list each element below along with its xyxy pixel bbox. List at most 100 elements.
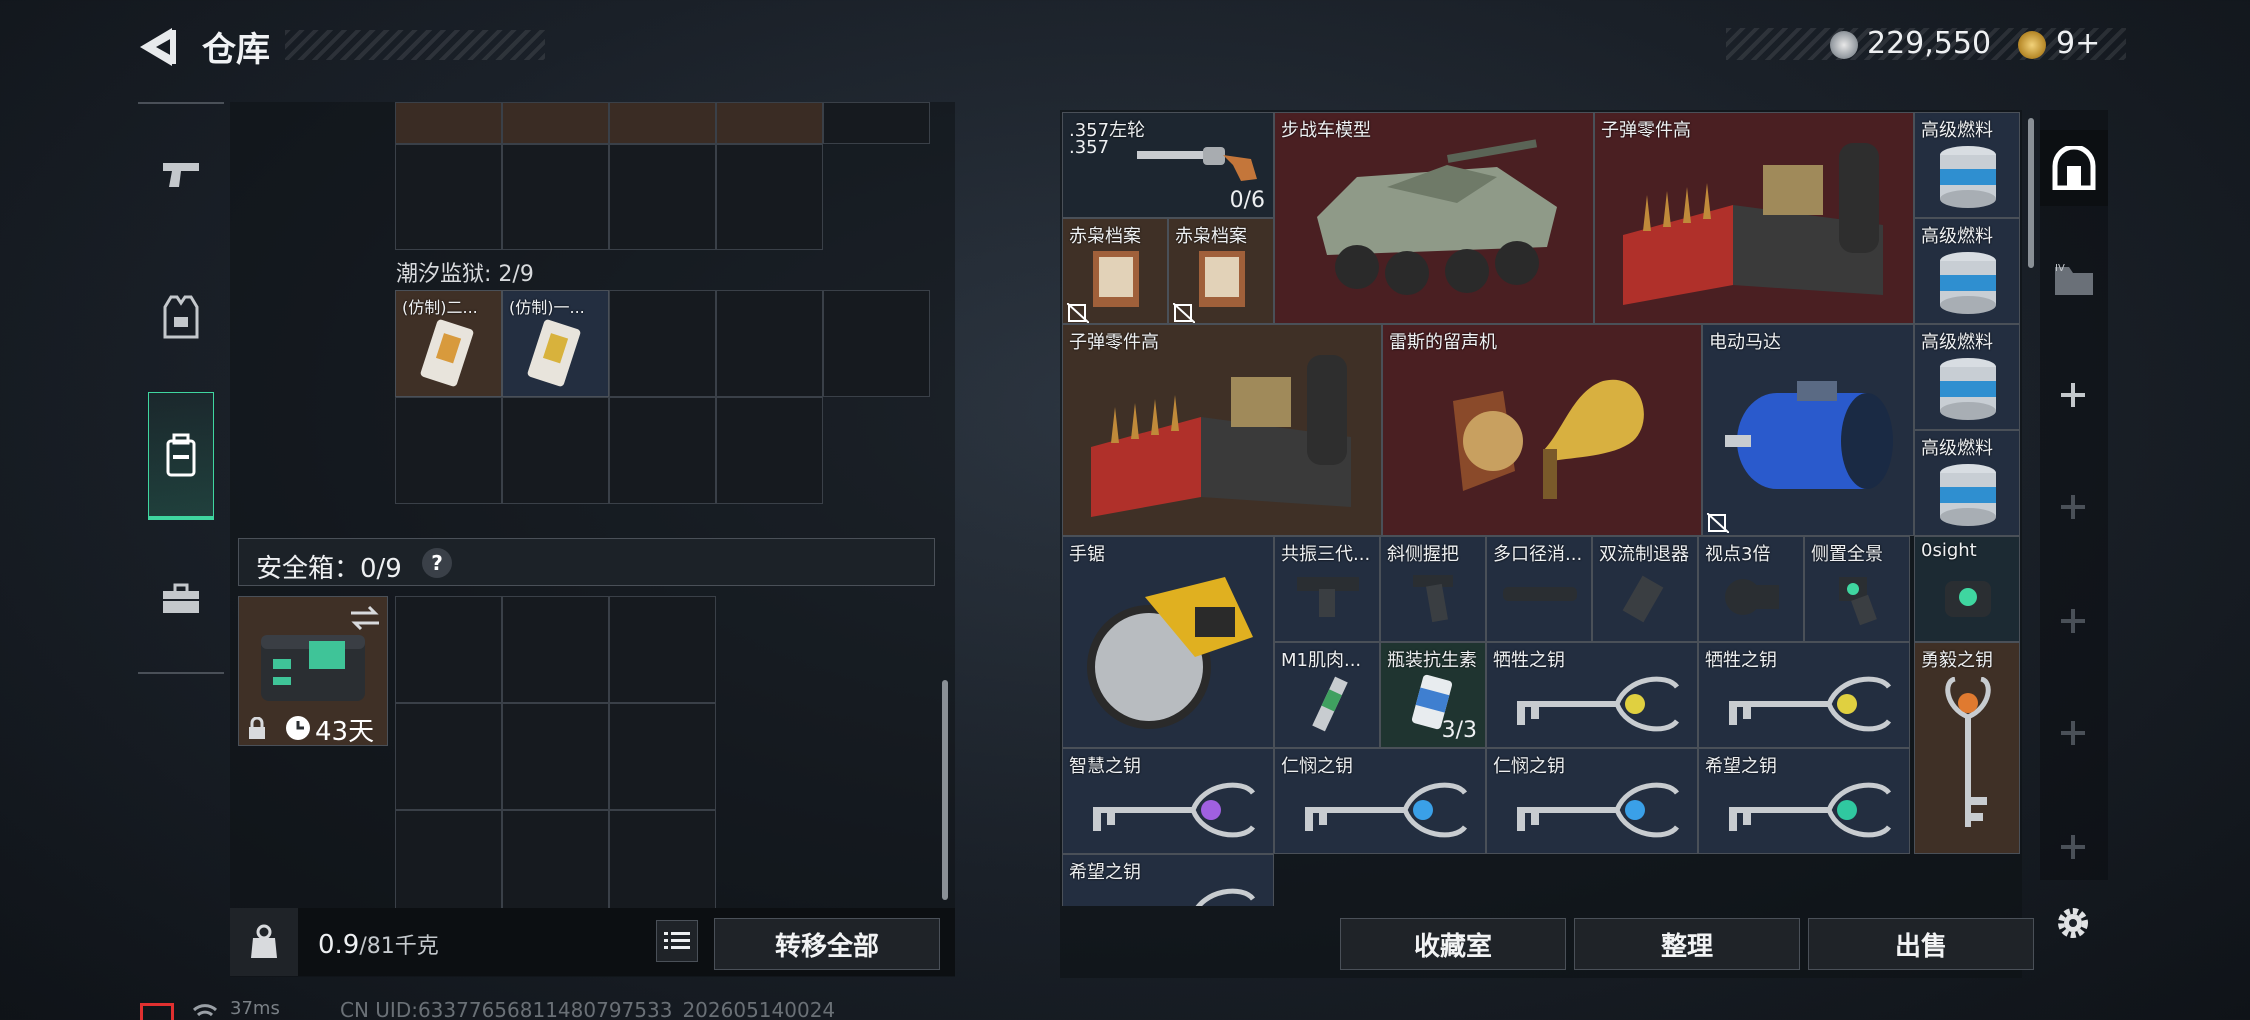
collection-room-button[interactable]: 收藏室: [1340, 918, 1566, 970]
add-storage-button[interactable]: [2050, 372, 2096, 418]
item-sacrifice-key-2[interactable]: 牺牲之钥: [1698, 642, 1910, 748]
briefcase-icon: [163, 583, 199, 613]
side-sight-icon: [1839, 577, 1877, 626]
plus-icon: [2061, 721, 2085, 745]
grid-slot[interactable]: [823, 290, 930, 397]
item-ammo-parts-2[interactable]: 子弹零件高: [1062, 324, 1382, 536]
item-courage-key[interactable]: 勇毅之钥: [1914, 642, 2020, 854]
locked-storage-slot: [2050, 710, 2096, 756]
ornate-key-icon: [1517, 676, 1680, 732]
weight-lock-button[interactable]: [230, 908, 298, 976]
grid-slot[interactable]: [395, 144, 502, 250]
item-hand-saw[interactable]: 手锯: [1062, 536, 1274, 748]
help-icon[interactable]: ?: [422, 548, 452, 578]
item-sacrifice-key-1[interactable]: 牺牲之钥: [1486, 642, 1698, 748]
grid-slot[interactable]: [502, 397, 609, 504]
grid-slot[interactable]: [395, 397, 502, 504]
item-angled-grip[interactable]: 斜侧握把: [1380, 536, 1486, 642]
grid-slot[interactable]: [609, 810, 716, 917]
item-fuel-1[interactable]: 高级燃料: [1914, 112, 2020, 218]
injector-icon: [1312, 676, 1348, 732]
tide-item-2[interactable]: (仿制)一...: [502, 290, 609, 397]
grid-slot[interactable]: [609, 290, 716, 397]
grid-slot[interactable]: [502, 102, 609, 144]
uid-readout: CN UID:63377656811480797533_202605140024: [340, 998, 836, 1020]
item-fuel-4[interactable]: 高级燃料: [1914, 430, 2020, 536]
item-3x-scope[interactable]: 视点3倍: [1698, 536, 1804, 642]
grid-slot[interactable]: [716, 102, 823, 144]
warehouse-tab-active[interactable]: [2040, 130, 2108, 206]
item-hope-key-1[interactable]: 希望之钥: [1698, 748, 1910, 854]
ornate-key-icon: [1093, 782, 1256, 838]
item-antibiotics[interactable]: 瓶装抗生素 3/3: [1380, 642, 1486, 748]
sell-button[interactable]: 出售: [1808, 918, 2034, 970]
gramophone-icon: [1453, 379, 1644, 499]
grid-slot[interactable]: [502, 703, 609, 810]
fuel-can-icon: [1940, 252, 1996, 314]
grid-slot[interactable]: [609, 144, 716, 250]
grip-attachment-icon: [1297, 577, 1359, 617]
grid-slot[interactable]: [609, 596, 716, 703]
item-ammo-parts-1[interactable]: 子弹零件高: [1594, 112, 1914, 324]
item-hope-key-2[interactable]: 希望之钥: [1062, 854, 1274, 906]
grid-slot[interactable]: [395, 810, 502, 917]
grid-slot[interactable]: [609, 102, 716, 144]
ornate-key-icon: [1195, 888, 1256, 906]
back-button[interactable]: [136, 24, 184, 70]
fuel-can-icon: [1940, 358, 1996, 420]
grid-slot[interactable]: [609, 703, 716, 810]
grid-slot[interactable]: [395, 703, 502, 810]
ornate-key-vertical-icon: [1945, 677, 1991, 827]
item-fuel-3[interactable]: 高级燃料: [1914, 324, 2020, 430]
ping-readout: 37ms: [230, 998, 280, 1019]
item-osight[interactable]: 0sight: [1914, 536, 2020, 642]
item-mercy-key-2[interactable]: 仁悯之钥: [1486, 748, 1698, 854]
backpack-scrollbar[interactable]: [942, 680, 948, 900]
item-revolver[interactable]: .357左轮 .357 0/6: [1062, 112, 1274, 218]
gear-icon: [2058, 908, 2088, 938]
grid-slot[interactable]: [716, 144, 823, 250]
tab-weapons[interactable]: [148, 140, 214, 210]
item-side-holo[interactable]: 侧置全景: [1804, 536, 1910, 642]
grid-slot[interactable]: [716, 397, 823, 504]
armored-vehicle-icon: [1317, 139, 1557, 295]
list-view-button[interactable]: [656, 920, 698, 962]
locked-storage-slot: [2050, 598, 2096, 644]
swap-icon[interactable]: [349, 603, 381, 633]
ammo-crate-icon: [1091, 355, 1351, 517]
item-resonance[interactable]: 共振三代...: [1274, 536, 1380, 642]
item-electric-motor[interactable]: 电动马达: [1702, 324, 1914, 536]
grid-slot[interactable]: [609, 397, 716, 504]
item-wisdom-key[interactable]: 智慧之钥: [1062, 748, 1274, 854]
item-fuel-2[interactable]: 高级燃料: [1914, 218, 2020, 324]
warehouse-icon: [2052, 146, 2096, 190]
item-ifv-model[interactable]: 步战车模型: [1274, 112, 1594, 324]
grid-slot[interactable]: [823, 102, 930, 144]
storage-folder-tab[interactable]: IV: [2040, 244, 2108, 314]
warehouse-scrollbar[interactable]: [2028, 118, 2034, 268]
item-owl-file-1[interactable]: 赤枭档案: [1062, 218, 1168, 324]
tab-case[interactable]: [148, 566, 214, 632]
item-owl-file-2[interactable]: 赤枭档案: [1168, 218, 1274, 324]
transfer-all-button[interactable]: 转移全部: [714, 918, 940, 970]
item-phonograph[interactable]: 雷斯的留声机: [1382, 324, 1702, 536]
item-mercy-key-1[interactable]: 仁悯之钥: [1274, 748, 1486, 854]
circular-saw-icon: [1087, 577, 1253, 729]
item-m1-muscle[interactable]: M1肌肉...: [1274, 642, 1380, 748]
tab-backpack-active[interactable]: [148, 392, 214, 520]
backpack-grid-top: [395, 102, 930, 250]
grid-slot[interactable]: [502, 144, 609, 250]
organize-button[interactable]: 整理: [1574, 918, 1800, 970]
tide-item-1[interactable]: (仿制)二...: [395, 290, 502, 397]
grid-slot[interactable]: [502, 810, 609, 917]
safe-box-grid: [395, 596, 716, 917]
item-muzzle-brake[interactable]: 双流制退器: [1592, 536, 1698, 642]
grid-slot[interactable]: [395, 596, 502, 703]
settings-button[interactable]: [2050, 900, 2096, 946]
grid-slot[interactable]: [502, 596, 609, 703]
item-suppressor[interactable]: 多口径消...: [1486, 536, 1592, 642]
grid-slot[interactable]: [716, 290, 823, 397]
grid-slot[interactable]: [395, 102, 502, 144]
tab-gear[interactable]: [148, 280, 214, 354]
safe-box-item[interactable]: 43天: [238, 596, 388, 746]
